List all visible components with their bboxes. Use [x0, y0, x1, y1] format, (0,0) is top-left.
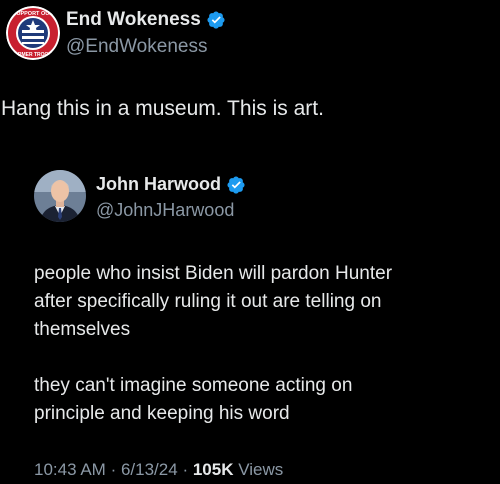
meta-separator: · [110, 460, 117, 479]
outer-name-row: End Wokeness [66, 9, 226, 31]
outer-tweet-header: SUPPORT OUR FORMER TROOPS End Wokeness @… [6, 6, 496, 62]
quoted-display-name[interactable]: John Harwood [96, 174, 221, 195]
tweet-date[interactable]: 6/13/24 [121, 460, 178, 479]
outer-tweet-text: Hang this in a museum. This is art. [1, 97, 324, 120]
avatar-badge-top-text: SUPPORT OUR [13, 11, 53, 17]
tweet-meta: 10:43 AM · 6/13/24 · 105K Views [34, 460, 283, 480]
outer-avatar[interactable]: SUPPORT OUR FORMER TROOPS [6, 6, 60, 60]
quoted-avatar[interactable] [34, 170, 86, 222]
meta-separator: · [182, 460, 189, 479]
support-our-former-troops-emblem-icon: SUPPORT OUR FORMER TROOPS [6, 6, 60, 60]
quoted-handle[interactable]: @JohnJHarwood [96, 200, 234, 221]
quoted-line: themselves [34, 319, 131, 340]
views-label: Views [238, 460, 284, 479]
quoted-paragraph: people who insist Biden will pardon Hunt… [34, 260, 474, 344]
quoted-tweet-text: people who insist Biden will pardon Hunt… [34, 260, 474, 428]
outer-display-name[interactable]: End Wokeness [66, 9, 201, 31]
profile-photo-icon [34, 170, 86, 222]
avatar-badge-bottom-text: FORMER TROOPS [11, 52, 56, 58]
quoted-line: principle and keeping his word [34, 403, 290, 424]
quoted-paragraph: they can't imagine someone acting on pri… [34, 372, 474, 428]
tweet-time[interactable]: 10:43 AM [34, 460, 106, 479]
verified-badge-icon [227, 175, 245, 194]
quoted-line: people who insist Biden will pardon Hunt… [34, 263, 393, 284]
outer-handle[interactable]: @EndWokeness [66, 36, 207, 58]
views-count: 105K [192, 460, 234, 479]
verified-badge-icon [207, 11, 225, 29]
quoted-name-row: John Harwood [96, 174, 246, 195]
quoted-line: they can't imagine someone acting on [34, 375, 353, 396]
quoted-line: after specifically ruling it out are tel… [34, 291, 382, 312]
